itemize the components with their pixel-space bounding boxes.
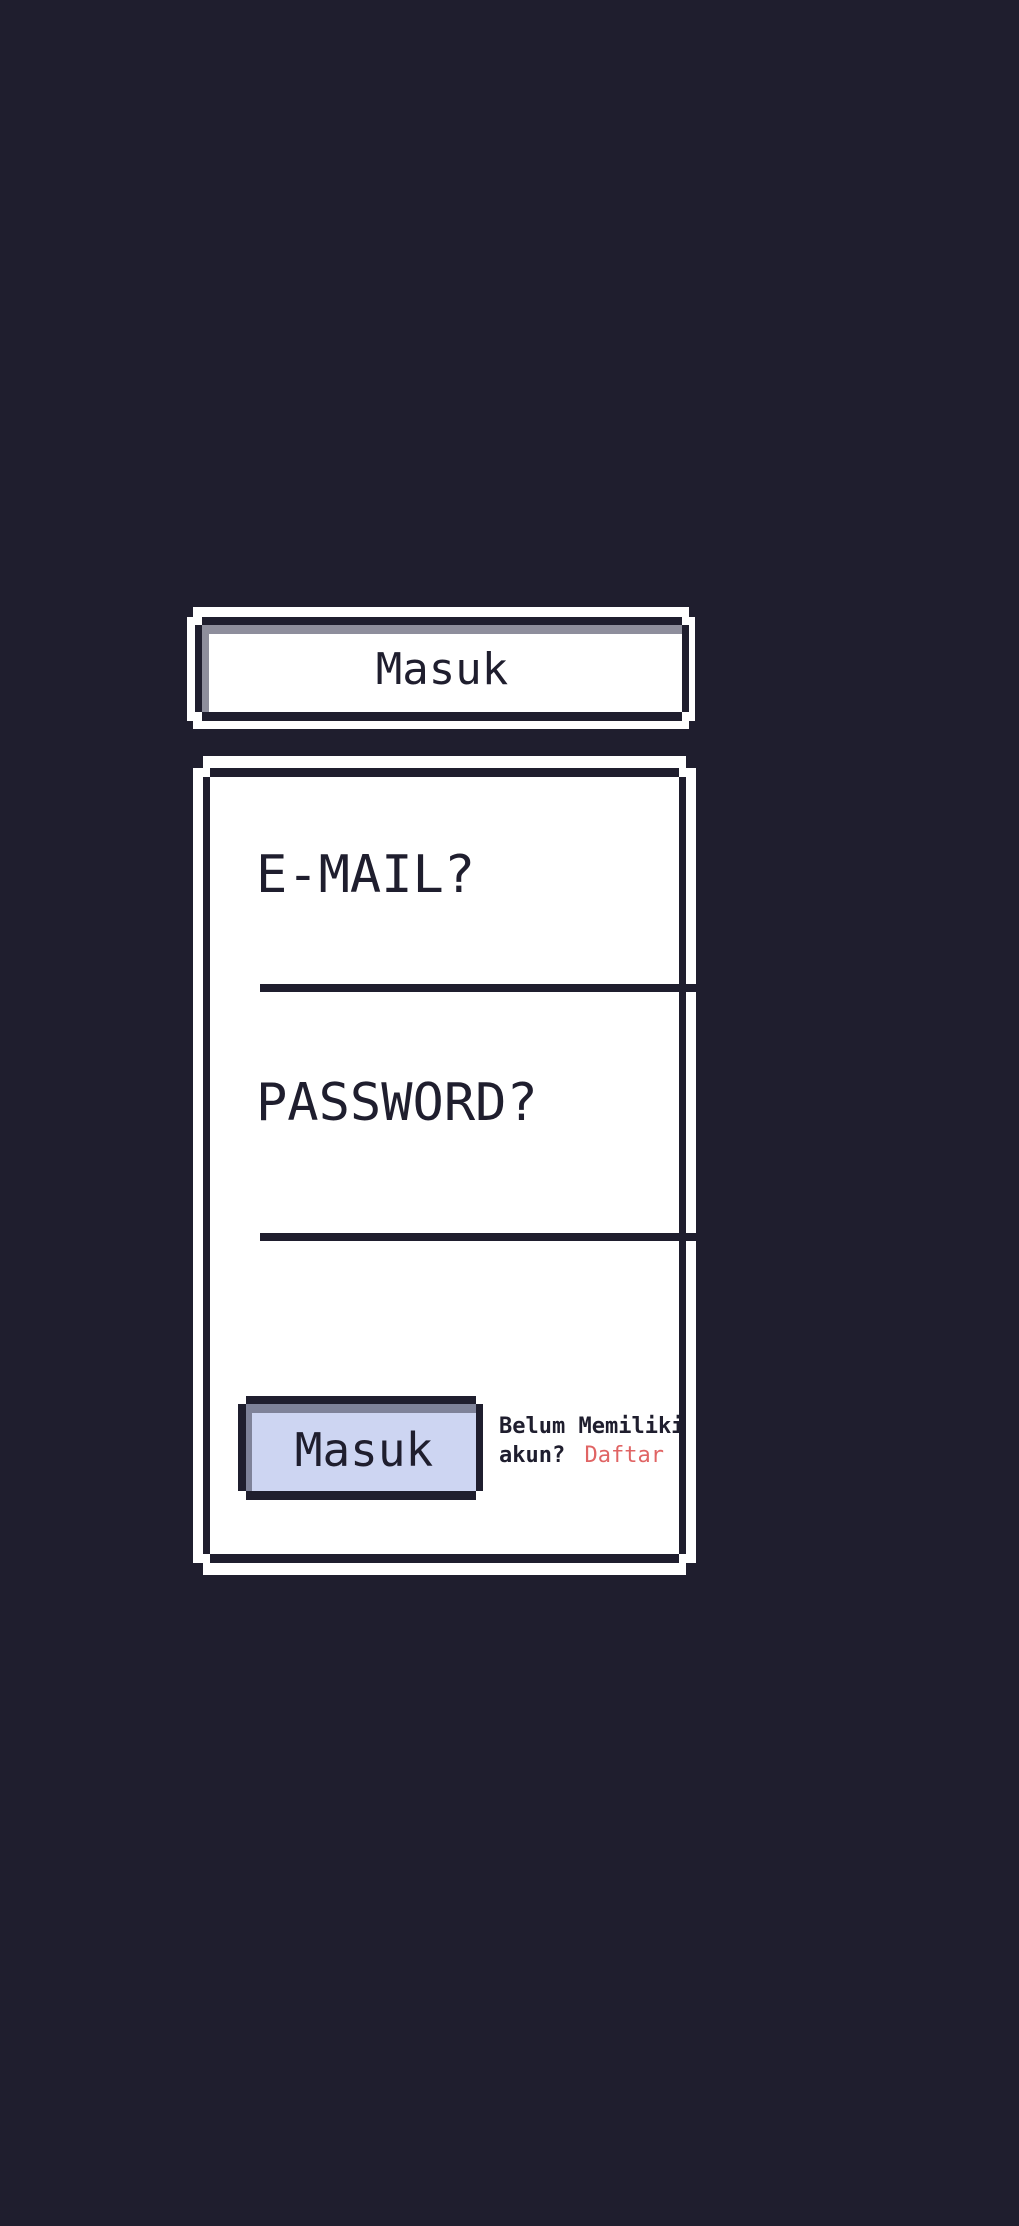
email-input[interactable] bbox=[260, 930, 762, 982]
email-label: E-MAIL? bbox=[256, 845, 476, 905]
password-underline bbox=[260, 1233, 758, 1241]
password-label: PASSWORD? bbox=[256, 1073, 538, 1133]
email-underline bbox=[260, 984, 758, 992]
password-input[interactable] bbox=[260, 1178, 762, 1230]
page-title: Masuk bbox=[375, 644, 509, 695]
register-prompt-line1: Belum Memiliki bbox=[499, 1414, 685, 1439]
submit-label: Masuk bbox=[294, 1423, 434, 1477]
register-link[interactable]: Daftar bbox=[584, 1443, 663, 1468]
register-prompt-line2: akun? bbox=[499, 1443, 566, 1468]
register-prompt: Belum Memiliki akun? Daftar bbox=[499, 1412, 684, 1470]
submit-button[interactable]: Masuk bbox=[238, 1396, 483, 1500]
